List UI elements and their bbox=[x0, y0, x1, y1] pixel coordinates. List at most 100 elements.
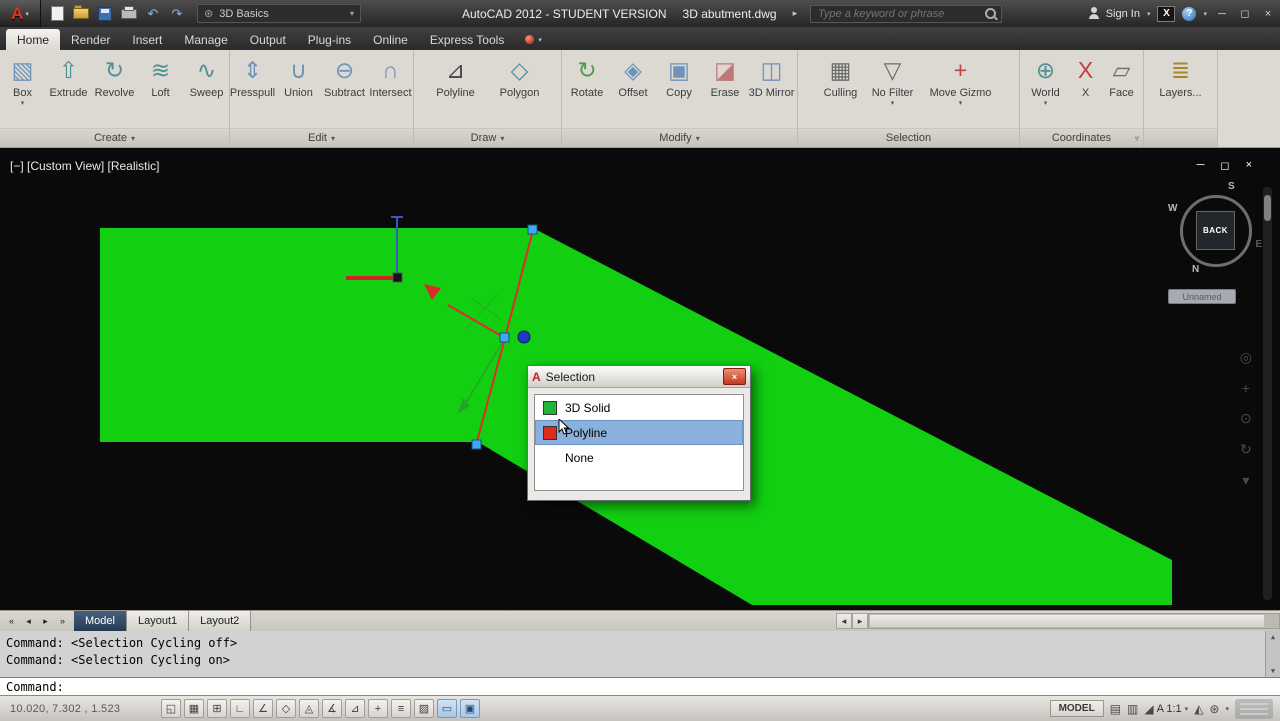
presspull-button[interactable]: ⇕ Presspull bbox=[230, 53, 275, 127]
viewport-vertical-scrollbar[interactable] bbox=[1263, 187, 1272, 600]
no-filter-flyout-arrow-icon[interactable]: ▾ bbox=[891, 100, 895, 108]
object-snap-toggle[interactable]: ◇ bbox=[276, 699, 296, 718]
featured-apps-button[interactable]: ▾ bbox=[525, 35, 542, 50]
drawing-area[interactable]: [−] [Custom View] [Realistic] ─ ◻ × S W … bbox=[0, 147, 1280, 610]
tab-insert[interactable]: Insert bbox=[121, 29, 173, 50]
ucs-name-badge[interactable]: Unnamed bbox=[1168, 289, 1236, 304]
ucs-x-button[interactable]: X X bbox=[1070, 53, 1102, 127]
viewport-controls-label[interactable]: [−] [Custom View] [Realistic] bbox=[10, 159, 160, 173]
snap-toggle[interactable]: ▦ bbox=[184, 699, 204, 718]
panel-label-selection[interactable]: Selection bbox=[798, 128, 1019, 147]
help-arrow-icon[interactable]: ▾ bbox=[1203, 10, 1207, 18]
quick-properties-toggle[interactable]: ▭ bbox=[437, 699, 457, 718]
scrollbar-thumb[interactable] bbox=[870, 615, 1264, 627]
transparency-toggle[interactable]: ▨ bbox=[414, 699, 434, 718]
ortho-toggle[interactable]: ∟ bbox=[230, 699, 250, 718]
horizontal-scrollbar[interactable]: ◂ ▸ bbox=[836, 611, 1280, 631]
tab-plugins[interactable]: Plug-ins bbox=[297, 29, 362, 50]
panel-label-draw[interactable]: Draw ▾ bbox=[414, 128, 561, 147]
viewcube-east-label[interactable]: E bbox=[1255, 239, 1262, 250]
viewport-restore-button[interactable]: ◻ bbox=[1220, 159, 1229, 172]
search-input[interactable] bbox=[816, 6, 981, 21]
scroll-up-icon[interactable]: ▲ bbox=[1271, 633, 1275, 641]
list-item-none[interactable]: None bbox=[535, 445, 743, 470]
culling-button[interactable]: ▦ Culling bbox=[819, 53, 863, 127]
tab-manage[interactable]: Manage bbox=[173, 29, 238, 50]
open-button[interactable] bbox=[71, 5, 91, 23]
tab-layout1[interactable]: Layout1 bbox=[126, 611, 190, 631]
last-layout-button[interactable]: » bbox=[55, 614, 70, 629]
help-button[interactable]: ? bbox=[1182, 6, 1197, 21]
annotation-visibility-icon[interactable]: ◭ bbox=[1194, 702, 1203, 716]
model-space-button[interactable]: MODEL bbox=[1049, 700, 1104, 717]
annotation-scale-button[interactable]: ◢ A 1:1 ▾ bbox=[1144, 702, 1188, 716]
object-snap-3d-toggle[interactable]: ◬ bbox=[299, 699, 319, 718]
plot-button[interactable] bbox=[119, 5, 139, 23]
grid-toggle[interactable]: ⊞ bbox=[207, 699, 227, 718]
tab-model[interactable]: Model bbox=[74, 611, 127, 631]
object-snap-tracking-toggle[interactable]: ∡ bbox=[322, 699, 342, 718]
viewcube-back-face[interactable]: BACK bbox=[1196, 211, 1235, 250]
scroll-down-icon[interactable]: ▼ bbox=[1271, 667, 1275, 675]
viewport-minimize-button[interactable]: ─ bbox=[1197, 159, 1205, 172]
command-scrollbar[interactable]: ▲ ▼ bbox=[1265, 631, 1280, 677]
mirror-3d-button[interactable]: ◫ 3D Mirror bbox=[749, 53, 795, 127]
tab-render[interactable]: Render bbox=[60, 29, 121, 50]
layers-button[interactable]: ≣ Layers... bbox=[1149, 53, 1213, 127]
ucs-world-button[interactable]: ⊕ World ▾ bbox=[1024, 53, 1068, 127]
undo-button[interactable]: ↶ bbox=[143, 5, 163, 23]
prev-layout-button[interactable]: ◂ bbox=[21, 614, 36, 629]
search-icon[interactable] bbox=[985, 8, 996, 19]
coordinate-readout[interactable]: 10.020, 7.302 , 1.523 bbox=[4, 703, 158, 715]
revolve-button[interactable]: ↻ Revolve bbox=[93, 53, 137, 127]
grip-top[interactable] bbox=[527, 224, 538, 235]
scrollbar-track[interactable] bbox=[868, 613, 1280, 629]
workspace-dropdown[interactable]: ⊛ 3D Basics ▾ bbox=[197, 4, 361, 23]
subtract-button[interactable]: ⊖ Subtract bbox=[323, 53, 367, 127]
erase-button[interactable]: ◪ Erase bbox=[703, 53, 747, 127]
scrollbar-thumb[interactable] bbox=[1264, 195, 1271, 221]
tab-output[interactable]: Output bbox=[239, 29, 297, 50]
selection-dialog-titlebar[interactable]: A Selection × bbox=[528, 366, 750, 388]
extrude-button[interactable]: ⇧ Extrude bbox=[47, 53, 91, 127]
box-flyout-arrow-icon[interactable]: ▾ bbox=[21, 100, 25, 108]
list-item-3d-solid[interactable]: 3D Solid bbox=[535, 395, 743, 420]
exchange-apps-button[interactable]: X bbox=[1157, 5, 1176, 22]
lineweight-toggle[interactable]: ≡ bbox=[391, 699, 411, 718]
new-button[interactable] bbox=[47, 5, 67, 23]
viewport-close-button[interactable]: × bbox=[1246, 159, 1252, 172]
viewcube-south-label[interactable]: S bbox=[1228, 181, 1235, 192]
rotate-button[interactable]: ↻ Rotate bbox=[565, 53, 609, 127]
tab-home[interactable]: Home bbox=[6, 29, 61, 50]
statusbar-more-arrow-icon[interactable]: ▾ bbox=[1225, 705, 1229, 713]
offset-button[interactable]: ◈ Offset bbox=[611, 53, 655, 127]
selection-list[interactable]: 3D Solid Polyline None bbox=[534, 394, 744, 491]
dynamic-ucs-toggle[interactable]: ⊿ bbox=[345, 699, 365, 718]
zoom-icon[interactable]: ⊙ bbox=[1240, 410, 1252, 427]
no-filter-button[interactable]: ▽ No Filter ▾ bbox=[865, 53, 921, 127]
union-button[interactable]: ∪ Union bbox=[277, 53, 321, 127]
grip-bottom[interactable] bbox=[471, 439, 482, 450]
viewcube[interactable]: S W N E BACK bbox=[1166, 181, 1262, 281]
viewcube-north-label[interactable]: N bbox=[1192, 264, 1199, 275]
intersect-button[interactable]: ∩ Intersect bbox=[369, 53, 413, 127]
sign-in-button[interactable]: Sign In bbox=[1106, 8, 1140, 20]
next-layout-button[interactable]: ▸ bbox=[38, 614, 53, 629]
polyline-button[interactable]: ⊿ Polyline bbox=[425, 53, 487, 127]
ucs-face-button[interactable]: ▱ Face bbox=[1104, 53, 1140, 127]
navbar-more-arrow-icon[interactable]: ▾ bbox=[1242, 472, 1249, 489]
polygon-button[interactable]: ◇ Polygon bbox=[489, 53, 551, 127]
box-button[interactable]: ▧ Box ▾ bbox=[1, 53, 45, 127]
orbit-icon[interactable]: ↻ bbox=[1240, 441, 1252, 458]
search-box[interactable] bbox=[810, 4, 1002, 23]
app-menu-button[interactable]: A ▾ bbox=[0, 0, 41, 27]
sign-in-arrow-icon[interactable]: ▾ bbox=[1147, 10, 1151, 18]
selection-cycling-toggle[interactable]: ▣ bbox=[460, 699, 480, 718]
loft-button[interactable]: ≋ Loft bbox=[139, 53, 183, 127]
command-input-line[interactable]: Command: bbox=[0, 677, 1280, 696]
copy-button[interactable]: ▣ Copy bbox=[657, 53, 701, 127]
panel-expand-arrow-icon[interactable]: ▿ bbox=[1135, 134, 1139, 143]
sweep-button[interactable]: ∿ Sweep bbox=[185, 53, 229, 127]
move-gizmo-button[interactable]: + Move Gizmo ▾ bbox=[923, 53, 999, 127]
polar-tracking-toggle[interactable]: ∠ bbox=[253, 699, 273, 718]
